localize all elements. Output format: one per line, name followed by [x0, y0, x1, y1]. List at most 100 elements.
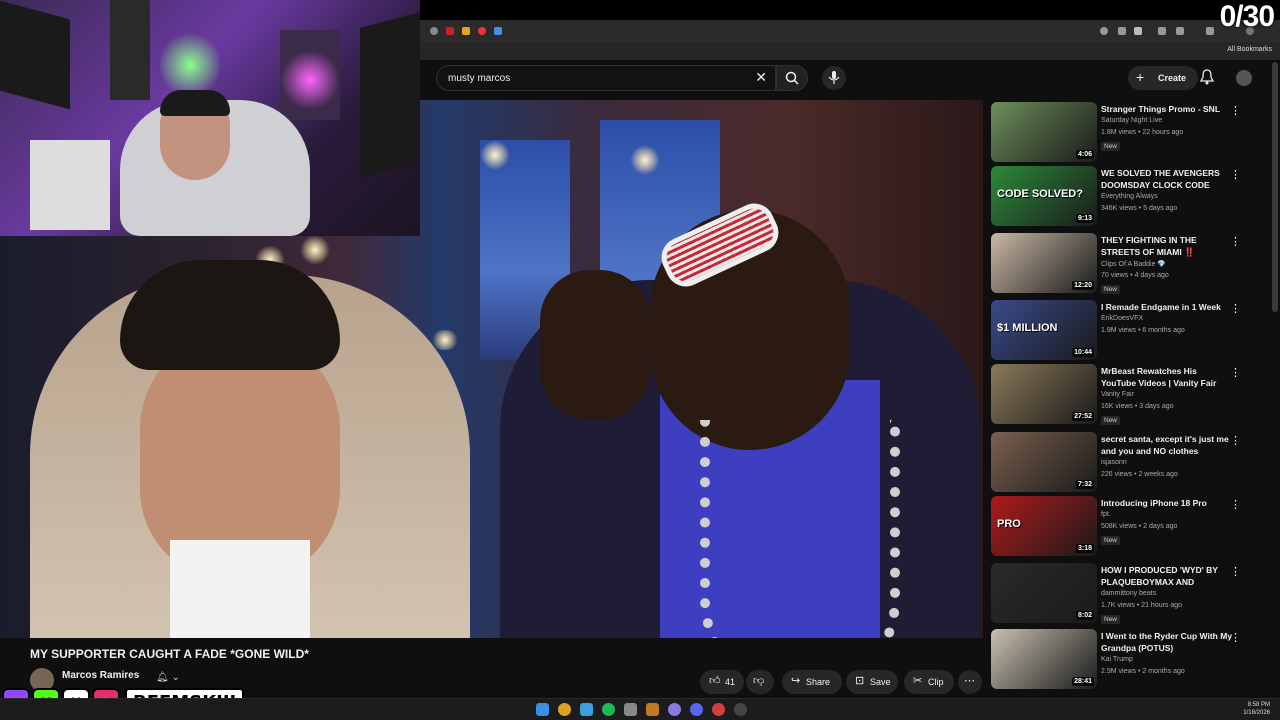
account-avatar[interactable]	[1236, 70, 1252, 86]
webcam-light	[280, 50, 340, 110]
extensions-icon[interactable]	[1158, 27, 1166, 35]
plus-icon: +	[1136, 69, 1145, 85]
challenge-counter: 0/30	[1219, 0, 1275, 33]
more-vert-icon[interactable]: ⋮	[1230, 434, 1241, 447]
more-vert-icon[interactable]: ⋮	[1230, 104, 1241, 117]
recommendation-thumbnail[interactable]: 7:32	[991, 432, 1097, 492]
spotify-icon[interactable]	[602, 703, 615, 716]
video-hair-left	[120, 260, 340, 370]
search-box[interactable]: musty marcos ✕	[436, 65, 776, 91]
close-icon[interactable]: ✕	[755, 69, 767, 86]
taskbar-clock[interactable]: 8:58 PM 1/18/2026	[1243, 701, 1270, 717]
recommendation-item[interactable]: CODE SOLVED? 9:13 WE SOLVED THE AVENGERS D…	[991, 166, 1251, 230]
recommendation-item[interactable]: 7:32 secret santa, except it's just me an…	[991, 432, 1251, 496]
thumbs-down-icon: 👎︎	[753, 675, 765, 687]
recommendation-title[interactable]: Stranger Things Promo - SNL	[1101, 103, 1233, 115]
search-button[interactable]	[776, 65, 808, 91]
recommendation-thumbnail[interactable]: PRO 3:18	[991, 496, 1097, 556]
browser-tab-icon[interactable]	[430, 27, 438, 35]
page-scrollbar[interactable]	[1272, 62, 1278, 312]
recommendation-item[interactable]: 27:52 MrBeast Rewatches His YouTube Video…	[991, 364, 1251, 428]
recommendation-channel[interactable]: dammittony beats	[1101, 590, 1156, 597]
search-input[interactable]: musty marcos	[448, 73, 510, 84]
windows-start-icon[interactable]	[536, 703, 549, 716]
share-button[interactable]: ↪ Share	[782, 670, 842, 694]
share-page-icon[interactable]	[1118, 27, 1126, 35]
more-vert-icon[interactable]: ⋮	[1230, 235, 1241, 248]
app-icon[interactable]	[690, 703, 703, 716]
recommendation-title[interactable]: I Went to the Ryder Cup With My Grandpa …	[1101, 630, 1233, 654]
recommendation-title[interactable]: Introducing iPhone 18 Pro	[1101, 497, 1233, 509]
webcam-overlay	[0, 0, 420, 236]
recommendation-title[interactable]: secret santa, except it's just me and yo…	[1101, 433, 1233, 457]
recommendation-channel[interactable]: Everything Always	[1101, 193, 1158, 200]
recommendation-item[interactable]: 28:41 I Went to the Ryder Cup With My Gra…	[991, 629, 1251, 693]
sidepanel-icon[interactable]	[1206, 27, 1214, 35]
recommendation-thumbnail[interactable]: 28:41	[991, 629, 1097, 689]
subscribe-bell-icon[interactable]: 🔔︎ ⌄	[156, 672, 180, 683]
webcam-frame	[110, 0, 150, 100]
bookmark-icon-n[interactable]	[462, 27, 470, 35]
recommendation-meta: 70 views • 4 days ago	[1101, 272, 1169, 279]
recommendation-channel[interactable]: Vanity Fair	[1101, 391, 1134, 398]
voice-search-button[interactable]	[822, 66, 846, 90]
zoom-icon[interactable]	[1100, 27, 1108, 35]
like-button[interactable]: 👍︎ 41	[700, 670, 744, 694]
more-vert-icon[interactable]: ⋮	[1230, 168, 1241, 181]
clip-button[interactable]: ✂ Clip	[904, 670, 954, 694]
all-bookmarks-label[interactable]: All Bookmarks	[1227, 46, 1272, 53]
create-button[interactable]: + Create	[1128, 66, 1198, 90]
browser-address-bar[interactable]	[420, 20, 1280, 42]
recommendation-channel[interactable]: isjasonn	[1101, 459, 1127, 466]
recommendation-thumbnail[interactable]: 4:06	[991, 102, 1097, 162]
app-icon[interactable]	[668, 703, 681, 716]
app-icon[interactable]	[646, 703, 659, 716]
recommendation-title[interactable]: MrBeast Rewatches His YouTube Videos | V…	[1101, 365, 1233, 389]
bookmark-icon-youtube[interactable]	[478, 27, 486, 35]
more-vert-icon[interactable]: ⋮	[1230, 366, 1241, 379]
recommendation-title[interactable]: HOW I PRODUCED 'WYD' BY PLAQUEBOYMAX AND…	[1101, 564, 1233, 588]
app-icon[interactable]	[712, 703, 725, 716]
recommendation-channel[interactable]: Clips Of A Baddie 💎	[1101, 260, 1166, 268]
recommendation-item[interactable]: PRO 3:18 Introducing iPhone 18 Pro fpt. 508K…	[991, 496, 1251, 560]
recommendation-meta: 508K views • 2 days ago	[1101, 523, 1178, 530]
more-vert-icon[interactable]: ⋮	[1230, 565, 1241, 578]
recommendation-channel[interactable]: ErikDoesVFX	[1101, 315, 1143, 322]
recommendation-item[interactable]: 4:06 Stranger Things Promo - SNL Saturday …	[991, 102, 1251, 166]
recommendation-channel[interactable]: fpt.	[1101, 511, 1111, 518]
video-light	[480, 140, 510, 170]
obs-icon[interactable]	[734, 703, 747, 716]
recommendation-thumbnail[interactable]: 12:20	[991, 233, 1097, 293]
recommendation-thumbnail[interactable]: 8:02	[991, 563, 1097, 623]
more-vert-icon[interactable]: ⋮	[1230, 498, 1241, 511]
dislike-button[interactable]: 👎︎	[746, 670, 774, 694]
capcut-icon[interactable]	[580, 703, 593, 716]
recommendation-title[interactable]: WE SOLVED THE AVENGERS DOOMSDAY CLOCK CO…	[1101, 167, 1233, 191]
more-icon: ⋯	[964, 675, 975, 687]
recommendation-thumbnail[interactable]: CODE SOLVED? 9:13	[991, 166, 1097, 226]
recommendation-item[interactable]: 12:20 THEY FIGHTING IN THE STREETS OF MIA…	[991, 233, 1251, 297]
recommendation-item[interactable]: $1 MILLION 10:44 I Remade Endgame in 1 Wee…	[991, 300, 1251, 364]
chrome-icon[interactable]	[558, 703, 571, 716]
recommendation-title[interactable]: I Remade Endgame in 1 Week	[1101, 301, 1233, 313]
recommendation-thumbnail[interactable]: $1 MILLION 10:44	[991, 300, 1097, 360]
clip-label: Clip	[928, 677, 944, 687]
webcam-panel	[360, 11, 420, 179]
recommendation-channel[interactable]: Saturday Night Live	[1101, 117, 1162, 124]
video-shirt-left	[170, 540, 310, 638]
more-actions-button[interactable]: ⋯	[958, 670, 982, 694]
channel-name[interactable]: Marcos Ramires	[62, 670, 139, 681]
downloads-icon[interactable]	[1176, 27, 1184, 35]
more-vert-icon[interactable]: ⋮	[1230, 302, 1241, 315]
bookmark-icon-red[interactable]	[446, 27, 454, 35]
app-icon[interactable]	[624, 703, 637, 716]
recommendation-channel[interactable]: Kai Trump	[1101, 656, 1133, 663]
bookmark-icon-star[interactable]	[494, 27, 502, 35]
recommendation-thumbnail[interactable]: 27:52	[991, 364, 1097, 424]
more-vert-icon[interactable]: ⋮	[1230, 631, 1241, 644]
notifications-bell-icon[interactable]	[1200, 69, 1214, 85]
save-button[interactable]: ⊡ Save	[846, 670, 898, 694]
recommendation-title[interactable]: THEY FIGHTING IN THE STREETS OF MIAMI ‼️	[1101, 234, 1233, 258]
bookmark-star-icon[interactable]	[1134, 27, 1142, 35]
recommendation-item[interactable]: 8:02 HOW I PRODUCED 'WYD' BY PLAQUEBOYMAX…	[991, 563, 1251, 627]
